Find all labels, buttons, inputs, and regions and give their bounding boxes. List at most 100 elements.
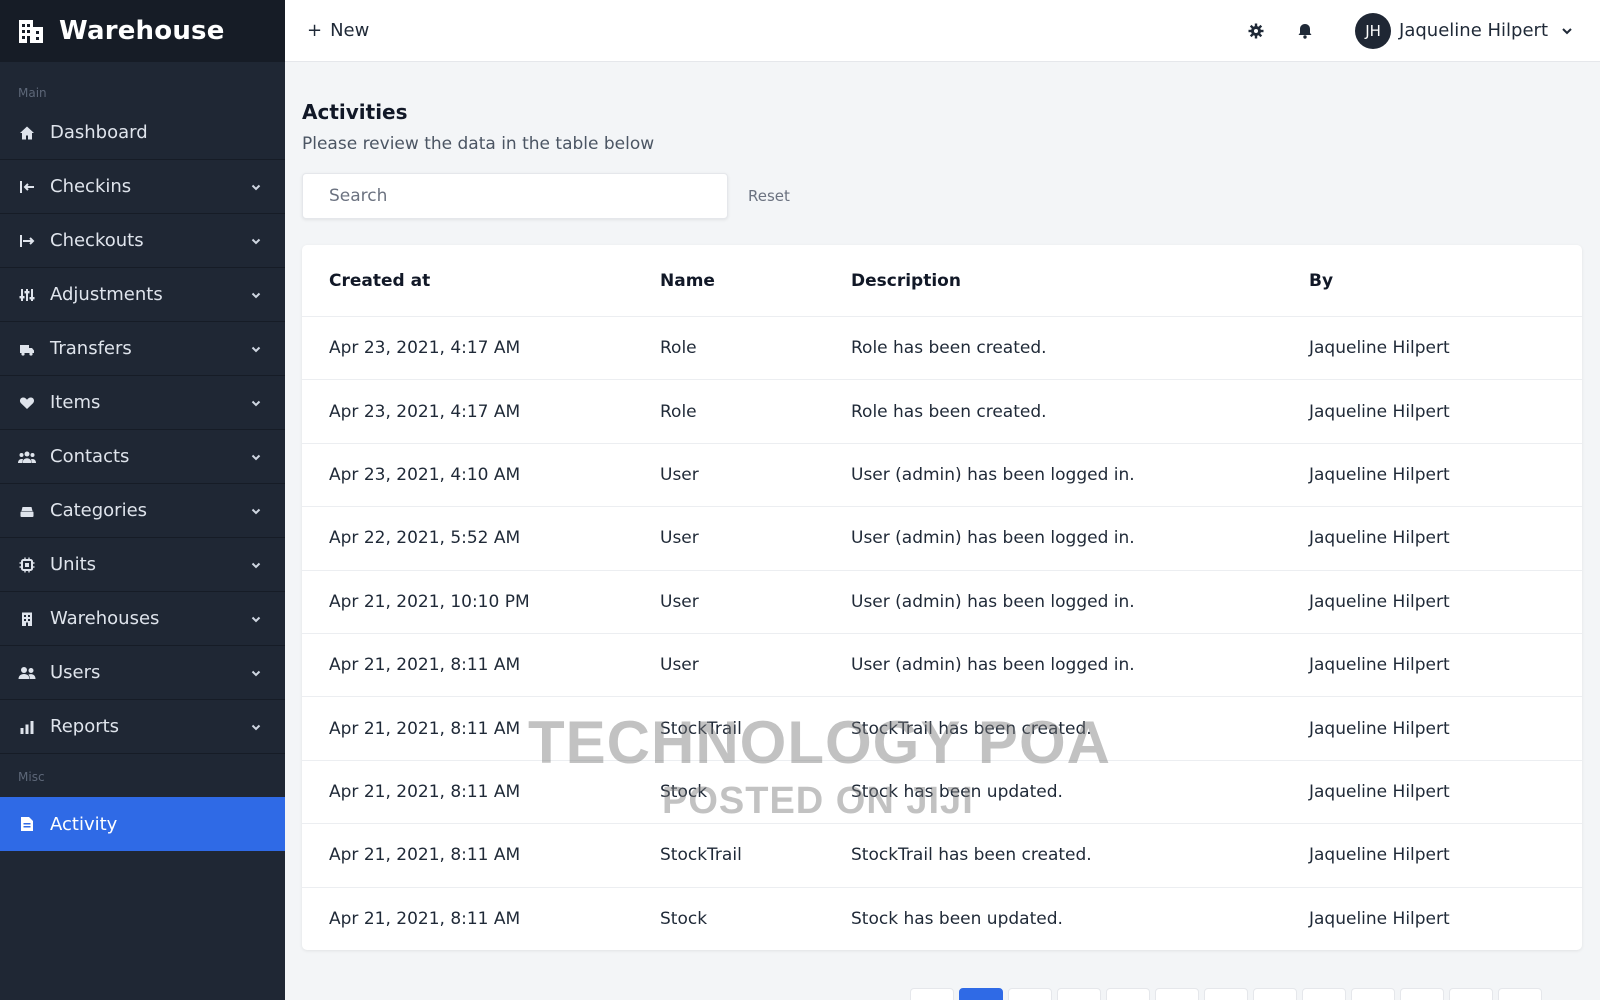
table-row[interactable]: Apr 21, 2021, 8:11 AM StockTrail StockTrai… xyxy=(302,823,1582,886)
column-header-name[interactable]: Name xyxy=(660,271,851,291)
sidebar-item-checkouts[interactable]: Checkouts xyxy=(0,214,285,268)
sidebar-item-reports[interactable]: Reports xyxy=(0,700,285,754)
users-icon xyxy=(18,664,36,682)
cell-description: Role has been created. xyxy=(851,338,1047,359)
new-button-label: New xyxy=(330,20,370,41)
reset-button[interactable]: Reset xyxy=(748,187,790,205)
page-button[interactable] xyxy=(1351,988,1395,1000)
table-row[interactable]: Apr 21, 2021, 8:11 AM User User (admin) ha… xyxy=(302,632,1582,696)
chevron-down-icon xyxy=(251,508,261,514)
chevron-down-icon xyxy=(251,724,261,730)
activities-table: Created at Name Description By Apr 23, 2… xyxy=(302,245,1582,950)
cell-created-at: Apr 21, 2021, 8:11 AM xyxy=(329,781,521,802)
section-label-misc: Misc xyxy=(18,770,45,784)
section-label-main: Main xyxy=(18,86,47,100)
sidebar-item-label: Transfers xyxy=(50,338,132,359)
page-button[interactable] xyxy=(1302,988,1346,1000)
gear-icon[interactable] xyxy=(1246,21,1266,41)
cell-description: Stock has been updated. xyxy=(851,781,1063,802)
page-button[interactable] xyxy=(1106,988,1150,1000)
cell-description: StockTrail has been created. xyxy=(851,718,1092,739)
bell-icon[interactable] xyxy=(1295,21,1315,41)
cell-name: Stock xyxy=(660,908,708,929)
sidebar-item-checkins[interactable]: Checkins xyxy=(0,160,285,214)
cell-name: User xyxy=(660,591,699,612)
search-input[interactable] xyxy=(302,173,728,219)
sidebar-item-warehouses[interactable]: Warehouses xyxy=(0,592,285,646)
sidebar-item-adjustments[interactable]: Adjustments xyxy=(0,268,285,322)
new-button[interactable]: + New xyxy=(307,20,369,41)
table-row[interactable]: Apr 21, 2021, 10:10 PM User User (admin) h… xyxy=(302,569,1582,633)
checkin-icon xyxy=(18,178,36,196)
user-menu[interactable]: JH Jaqueline Hilpert xyxy=(1355,12,1574,49)
page-subtitle: Please review the data in the table belo… xyxy=(302,134,655,154)
table-body: Apr 23, 2021, 4:17 AM Role Role has been c… xyxy=(302,316,1582,950)
page-button[interactable] xyxy=(1008,988,1052,1000)
sidebar-item-label: Users xyxy=(50,662,101,683)
main-content: Activities Please review the data in the… xyxy=(302,62,1582,950)
sidebar-item-activity[interactable]: Activity xyxy=(0,797,285,851)
people-icon xyxy=(18,448,36,466)
cell-name: User xyxy=(660,655,699,676)
sidebar-item-items[interactable]: Items xyxy=(0,376,285,430)
sidebar-item-label: Adjustments xyxy=(50,284,163,305)
cell-created-at: Apr 21, 2021, 8:11 AM xyxy=(329,908,521,929)
page-button-current[interactable] xyxy=(959,988,1003,1000)
cell-name: Role xyxy=(660,338,697,359)
table-row[interactable]: Apr 23, 2021, 4:10 AM User User (admin) ha… xyxy=(302,442,1582,506)
column-header-created-at[interactable]: Created at xyxy=(302,271,660,291)
cell-by: Jaqueline Hilpert xyxy=(1309,528,1450,549)
sidebar-item-categories[interactable]: Categories xyxy=(0,484,285,538)
column-header-description[interactable]: Description xyxy=(851,271,1309,291)
cell-created-at: Apr 23, 2021, 4:10 AM xyxy=(329,464,521,485)
page-button[interactable] xyxy=(1449,988,1493,1000)
cell-name: StockTrail xyxy=(660,845,742,866)
brand-name: Warehouse xyxy=(59,16,225,46)
sidebar-item-users[interactable]: Users xyxy=(0,646,285,700)
table-row[interactable]: Apr 21, 2021, 8:11 AM StockTrail StockTrai… xyxy=(302,696,1582,759)
cell-name: StockTrail xyxy=(660,718,742,739)
chevron-down-icon xyxy=(251,292,261,298)
chevron-down-icon xyxy=(251,184,261,190)
sidebar-item-label: Contacts xyxy=(50,446,130,467)
sidebar-item-dashboard[interactable]: Dashboard xyxy=(0,106,285,160)
sidebar-item-contacts[interactable]: Contacts xyxy=(0,430,285,484)
page-button[interactable] xyxy=(1498,988,1542,1000)
cell-by: Jaqueline Hilpert xyxy=(1309,655,1450,676)
sidebar-item-label: Dashboard xyxy=(50,122,148,143)
sidebar-item-label: Checkins xyxy=(50,176,132,197)
sidebar-item-label: Items xyxy=(50,392,101,413)
cell-created-at: Apr 23, 2021, 4:17 AM xyxy=(329,338,521,359)
cell-by: Jaqueline Hilpert xyxy=(1309,781,1450,802)
table-row[interactable]: Apr 21, 2021, 8:11 AM Stock Stock has been… xyxy=(302,759,1582,823)
table-row[interactable]: Apr 22, 2021, 5:52 AM User User (admin) ha… xyxy=(302,506,1582,569)
truck-icon xyxy=(18,340,36,358)
cell-by: Jaqueline Hilpert xyxy=(1309,908,1450,929)
table-row[interactable]: Apr 23, 2021, 4:17 AM Role Role has been c… xyxy=(302,316,1582,379)
page-button[interactable] xyxy=(910,988,954,1000)
chevron-down-icon xyxy=(251,400,261,406)
page-button[interactable] xyxy=(1400,988,1444,1000)
building-icon xyxy=(18,610,36,628)
sidebar: Warehouse Main Dashboard Checkins Checkout… xyxy=(0,0,285,1000)
home-icon xyxy=(18,124,36,142)
brand[interactable]: Warehouse xyxy=(0,0,285,62)
page-button[interactable] xyxy=(1253,988,1297,1000)
cell-created-at: Apr 21, 2021, 8:11 AM xyxy=(329,655,521,676)
sidebar-item-label: Categories xyxy=(50,500,148,521)
cell-by: Jaqueline Hilpert xyxy=(1309,718,1450,739)
cell-description: Role has been created. xyxy=(851,401,1047,422)
cell-description: User (admin) has been logged in. xyxy=(851,591,1135,612)
page-button[interactable] xyxy=(1155,988,1199,1000)
page-button[interactable] xyxy=(1057,988,1101,1000)
table-row[interactable]: Apr 21, 2021, 8:11 AM Stock Stock has been… xyxy=(302,886,1582,950)
column-header-by[interactable]: By xyxy=(1309,271,1582,291)
sidebar-item-units[interactable]: Units xyxy=(0,538,285,592)
cell-description: User (admin) has been logged in. xyxy=(851,464,1135,485)
cell-description: User (admin) has been logged in. xyxy=(851,655,1135,676)
sidebar-item-transfers[interactable]: Transfers xyxy=(0,322,285,376)
cell-by: Jaqueline Hilpert xyxy=(1309,401,1450,422)
table-row[interactable]: Apr 23, 2021, 4:17 AM Role Role has been c… xyxy=(302,379,1582,442)
cell-description: StockTrail has been created. xyxy=(851,845,1092,866)
page-button[interactable] xyxy=(1204,988,1248,1000)
